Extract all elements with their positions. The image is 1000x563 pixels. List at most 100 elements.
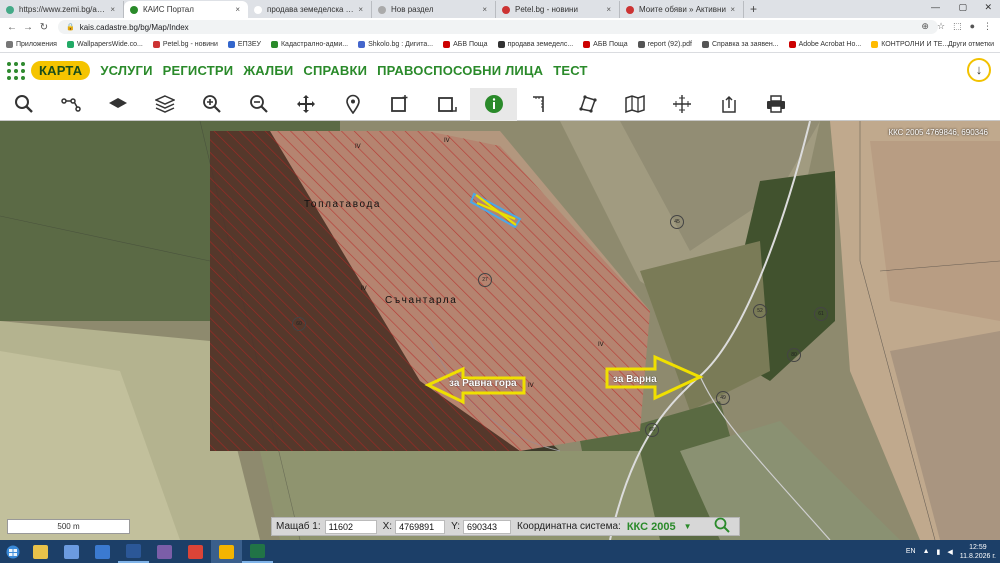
bookmark-item[interactable]: Приложения (6, 40, 57, 48)
maximize-button[interactable]: ▢ (958, 2, 967, 13)
zoom-in-icon[interactable] (188, 88, 235, 121)
forward-button[interactable]: → (20, 22, 36, 33)
clock[interactable]: 12:59 11.8.2026 г. (960, 543, 996, 561)
windows-start-icon[interactable] (0, 540, 25, 563)
crs-dropdown-icon[interactable]: ▼ (684, 522, 692, 531)
parcel-number[interactable]: 52 (753, 304, 767, 318)
volume-icon[interactable]: ◀ (947, 548, 952, 556)
url-field[interactable]: 🔒 kais.cadastre.bg/bg/Map/Index (58, 20, 938, 34)
other-bookmarks[interactable]: Други отметки (948, 41, 994, 48)
route-icon[interactable] (47, 88, 94, 121)
menu-item[interactable]: ЖАЛБИ (243, 63, 293, 78)
tray-arrow-icon[interactable]: ▲ (923, 548, 930, 555)
extensions-icon[interactable]: ⬚ (953, 21, 962, 32)
menu-item[interactable]: КАРТА (31, 61, 91, 80)
select-rect-icon[interactable] (376, 88, 423, 121)
bookmark-item[interactable]: Кадастрално-адми... (270, 40, 348, 48)
reload-button[interactable]: ↻ (36, 22, 52, 33)
network-icon[interactable]: ▮ (937, 548, 941, 556)
close-window-button[interactable]: ✕ (984, 2, 992, 13)
browser-tab[interactable]: Моите обяви » Активни × (620, 1, 744, 18)
menu-item[interactable]: УСЛУГИ (100, 63, 152, 78)
coordinate-search-icon[interactable] (714, 517, 730, 536)
info-icon[interactable] (470, 87, 517, 121)
parcel-number[interactable]: 66 (645, 423, 659, 437)
layers-stack-icon[interactable] (141, 88, 188, 121)
export-icon[interactable] (705, 88, 752, 121)
new-tab-button[interactable]: + (750, 2, 757, 16)
bookmark-item[interactable]: АБВ Поща (443, 40, 488, 48)
tab-close-icon[interactable]: × (730, 5, 735, 14)
bookmark-item[interactable]: АБВ Поща (583, 40, 628, 48)
menu-item[interactable]: СПРАВКИ (303, 63, 367, 78)
browser-tab[interactable]: Petel.bg - новини × (496, 1, 620, 18)
bookmark-item[interactable]: продава земеделс... (497, 40, 573, 48)
parcel-number[interactable]: 80 (787, 348, 801, 362)
menu-item[interactable]: ТЕСТ (553, 63, 587, 78)
zoom-icon[interactable]: ⊕ (921, 21, 929, 32)
lock-icon: 🔒 (66, 24, 75, 31)
taskbar-windows-media-icon[interactable] (87, 540, 118, 563)
taskbar-media-player-icon[interactable] (56, 540, 87, 563)
minimize-button[interactable]: — (931, 2, 940, 12)
taskbar-viber-icon[interactable] (149, 540, 180, 563)
y-coordinate-field[interactable]: 690343 (463, 519, 511, 534)
crs-select[interactable]: ККС 2005 (627, 521, 676, 533)
bookmark-item[interactable]: КОНТРОЛНИ И ТЕ... (871, 40, 948, 48)
tab-close-icon[interactable]: × (235, 5, 240, 14)
search-icon[interactable] (0, 88, 47, 121)
back-button[interactable]: ← (4, 22, 20, 33)
parcel-number[interactable]: 61 (814, 307, 828, 321)
bookmark-item[interactable]: Справка за заявен... (701, 40, 779, 48)
coordinate-status-bar: Мащаб 1: 11602 X: 4769891 Y: 690343 Коор… (271, 517, 740, 536)
bookmark-item[interactable]: Petel.bg - новини (152, 40, 218, 48)
tab-close-icon[interactable]: × (606, 5, 611, 14)
layer-icon[interactable] (94, 88, 141, 121)
browser-tab[interactable]: продава земеделска земя × (248, 1, 372, 18)
map-canvas[interactable]: ККС 2005 4769846, 690346 Топлатавода Съч… (0, 121, 1000, 540)
zoom-out-icon[interactable] (235, 88, 282, 121)
menu-dots-icon[interactable]: ⋮ (983, 21, 992, 32)
scale-input[interactable]: 11602 (324, 519, 377, 534)
apps-grid-icon[interactable] (7, 61, 25, 80)
map-book-icon[interactable] (611, 88, 658, 121)
parcel-number[interactable]: 49 (716, 391, 730, 405)
tab-close-icon[interactable]: × (358, 5, 363, 14)
bookmark-item[interactable]: report (92).pdf (637, 40, 692, 48)
parcel-number[interactable]: 27 (478, 273, 492, 287)
taskbar-word-icon[interactable] (118, 540, 149, 563)
tab-close-icon[interactable]: × (482, 5, 487, 14)
parcel-number[interactable]: 60 (292, 317, 306, 331)
bookmark-item[interactable]: Adobe Acrobat Ho... (788, 40, 861, 48)
language-indicator[interactable]: EN (906, 548, 916, 555)
crosshair-icon[interactable] (658, 88, 705, 121)
tab-close-icon[interactable]: × (110, 5, 115, 14)
menu-item[interactable]: РЕГИСТРИ (163, 63, 234, 78)
x-coordinate-field[interactable]: 4769891 (395, 519, 446, 534)
measure-icon[interactable] (517, 88, 564, 121)
polygon-icon[interactable] (564, 88, 611, 121)
bookmark-label: report (92).pdf (647, 40, 692, 48)
profile-avatar[interactable]: ● (970, 21, 975, 32)
bookmark-label: ЕПЗЕУ (237, 40, 261, 48)
download-icon[interactable]: ↓ (967, 58, 991, 82)
taskbar-excel-icon[interactable] (242, 540, 273, 563)
browser-tab[interactable]: https://www.zemi.bg/adv-search× (0, 1, 124, 18)
bookmark-item[interactable]: ЕПЗЕУ (227, 40, 261, 48)
browser-tab[interactable]: Нов раздел × (372, 1, 496, 18)
marker-icon[interactable] (329, 88, 376, 121)
taskbar-chrome-active-icon[interactable] (211, 540, 242, 563)
bookmark-favicon-icon (6, 40, 13, 48)
bookmark-item[interactable]: Shkolo.bg : Дигита... (358, 40, 433, 48)
menu-item[interactable]: ПРАВОСПОСОБНИ ЛИЦА (377, 63, 543, 78)
satellite-imagery (0, 121, 1000, 540)
browser-tab[interactable]: КАИС Портал × (124, 1, 248, 18)
bookmark-star-icon[interactable]: ☆ (937, 21, 945, 32)
parcel-number[interactable]: 45 (670, 215, 684, 229)
bookmark-item[interactable]: WallpapersWide.co... (66, 40, 143, 48)
select-area-icon[interactable] (423, 88, 470, 121)
taskbar-chrome-icon[interactable] (180, 540, 211, 563)
taskbar-file-explorer-icon[interactable] (25, 540, 56, 563)
pan-icon[interactable] (282, 88, 329, 121)
print-icon[interactable] (752, 88, 799, 121)
